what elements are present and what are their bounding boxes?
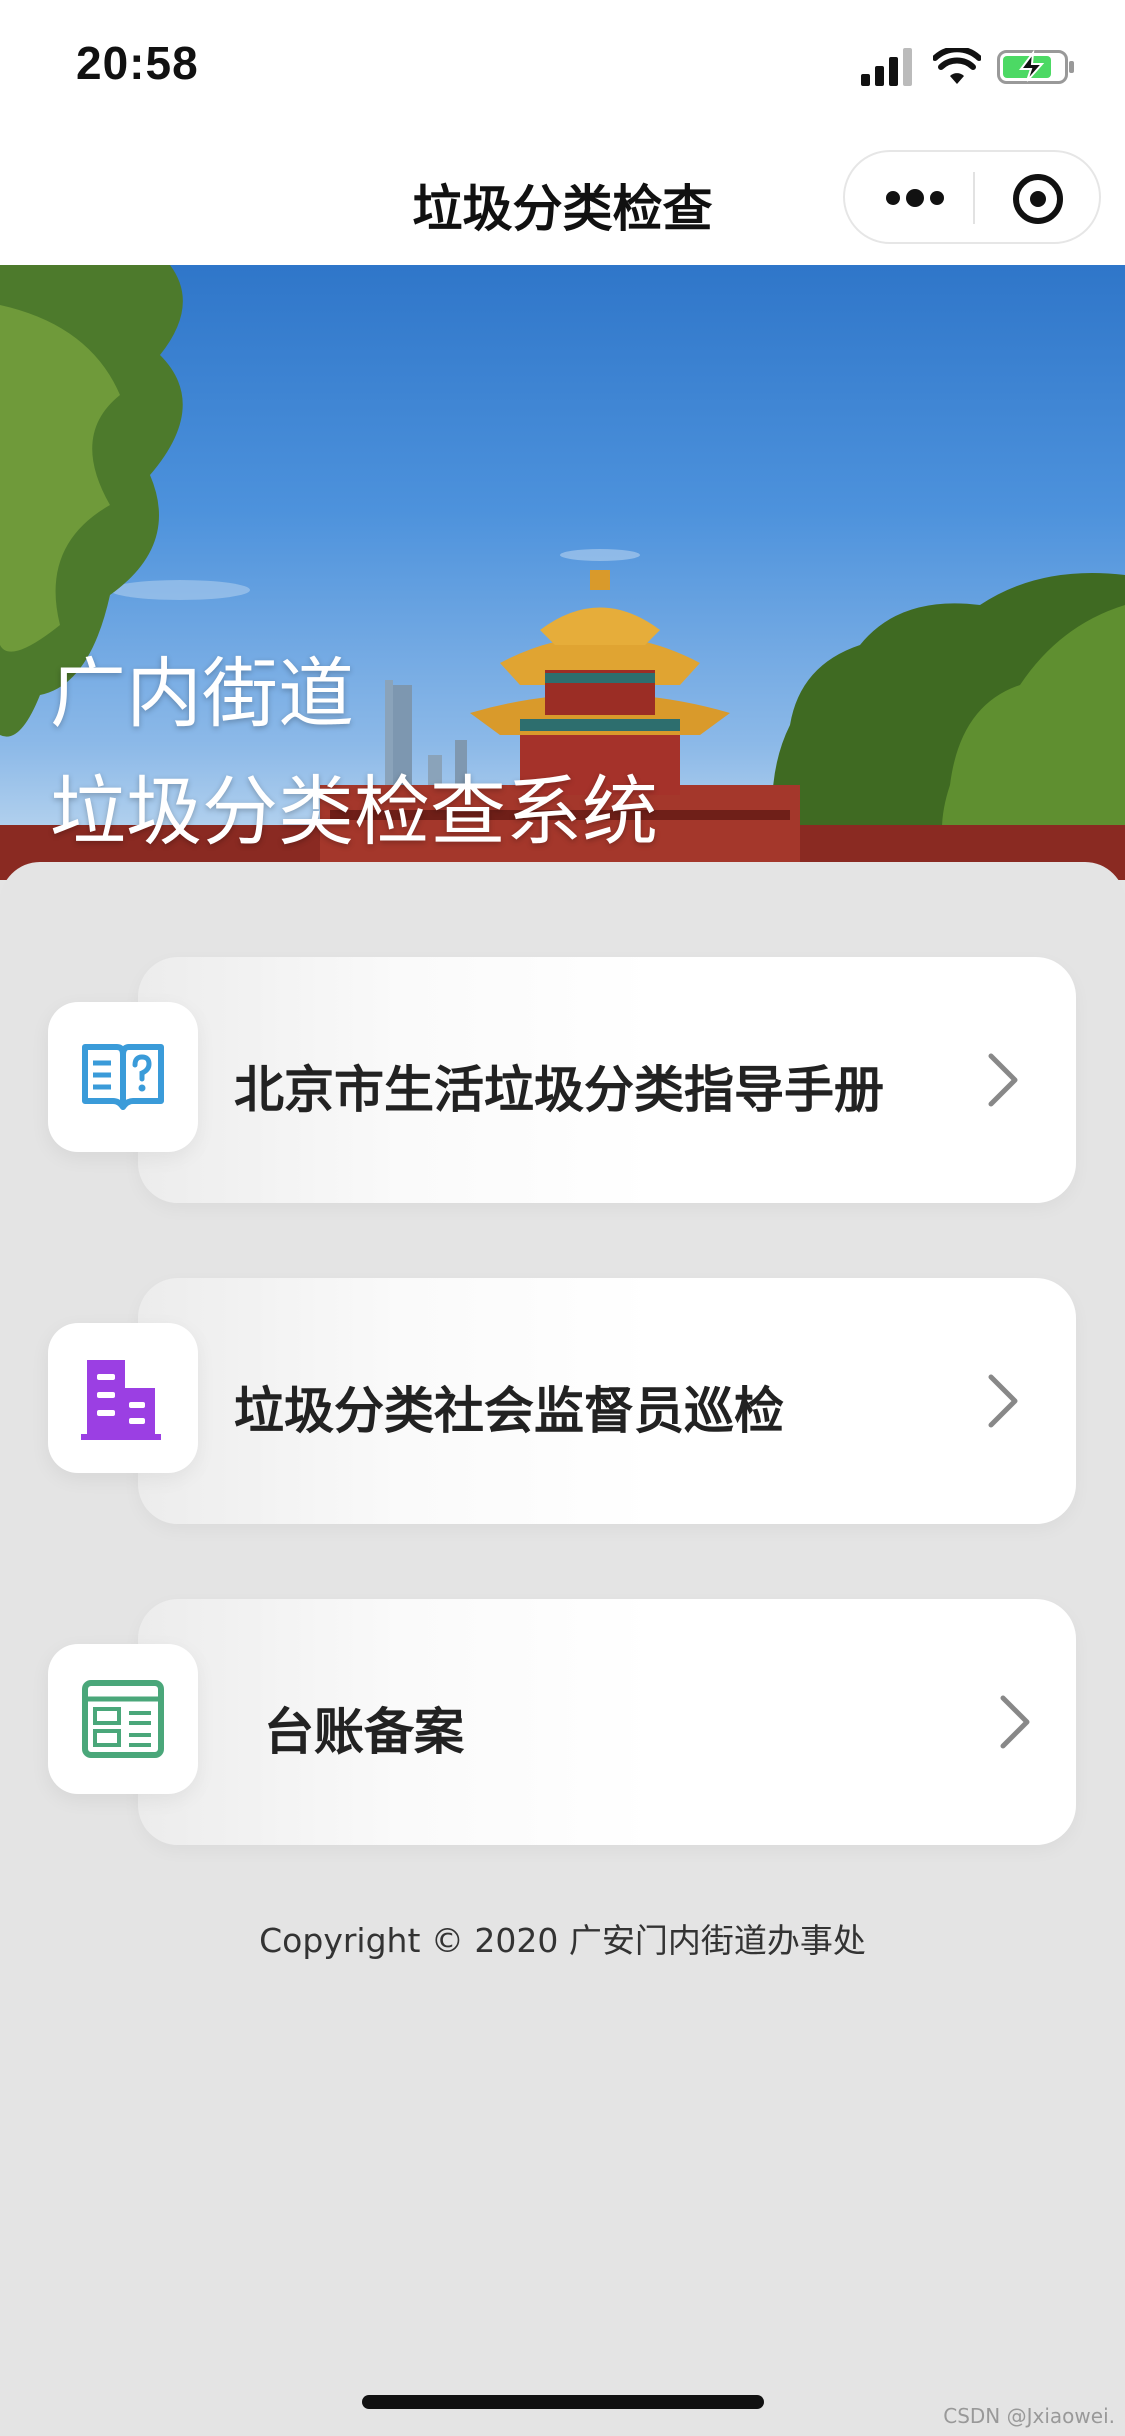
menu-item-label: 台账备案 <box>264 1703 464 1761</box>
copyright-footer: Copyright © 2020 广安门内街道办事处 <box>259 1921 866 1960</box>
chevron-right-icon <box>1000 1695 1030 1749</box>
hero-banner: 广内街道 垃圾分类检查系统 <box>0 265 1125 880</box>
menu-icon-box <box>48 1644 198 1794</box>
cellular-signal-icon <box>861 48 912 86</box>
more-icon[interactable] <box>885 180 945 216</box>
home-indicator[interactable] <box>362 2395 764 2409</box>
chevron-right-icon <box>988 1374 1018 1428</box>
banner-line-1: 广内街道 <box>50 649 354 738</box>
menu-panel: 北京市生活垃圾分类指导手册 垃圾分类社会监督员巡检 台账备案 <box>0 862 1125 2436</box>
status-icons <box>861 48 1081 88</box>
building-icon <box>81 1360 161 1440</box>
nav-bar: 垃圾分类检查 <box>0 135 1125 265</box>
status-bar: 20:58 <box>0 0 1125 135</box>
miniprogram-capsule <box>843 150 1101 244</box>
menu-icon-box <box>48 1002 198 1152</box>
watermark-text: CSDN @Jxiaowei. <box>943 2404 1115 2428</box>
status-time: 20:58 <box>76 37 199 89</box>
ledger-icon <box>82 1680 164 1758</box>
menu-item-supervisor-patrol[interactable]: 垃圾分类社会监督员巡检 <box>138 1278 1076 1524</box>
menu-item-guide-manual[interactable]: 北京市生活垃圾分类指导手册 <box>138 957 1076 1203</box>
menu-icon-box <box>48 1323 198 1473</box>
battery-charging-icon <box>997 50 1074 84</box>
chevron-right-icon <box>988 1053 1018 1107</box>
close-target-icon[interactable] <box>1011 172 1065 226</box>
book-question-icon <box>82 1044 164 1110</box>
banner-line-2: 垃圾分类检查系统 <box>50 767 658 856</box>
banner-title: 广内街道 垃圾分类检查系统 <box>50 635 658 871</box>
menu-item-label: 垃圾分类社会监督员巡检 <box>234 1382 784 1440</box>
wifi-icon <box>933 48 981 84</box>
menu-item-label: 北京市生活垃圾分类指导手册 <box>234 1061 884 1119</box>
capsule-divider <box>973 172 975 224</box>
menu-item-ledger-filing[interactable]: 台账备案 <box>138 1599 1076 1845</box>
